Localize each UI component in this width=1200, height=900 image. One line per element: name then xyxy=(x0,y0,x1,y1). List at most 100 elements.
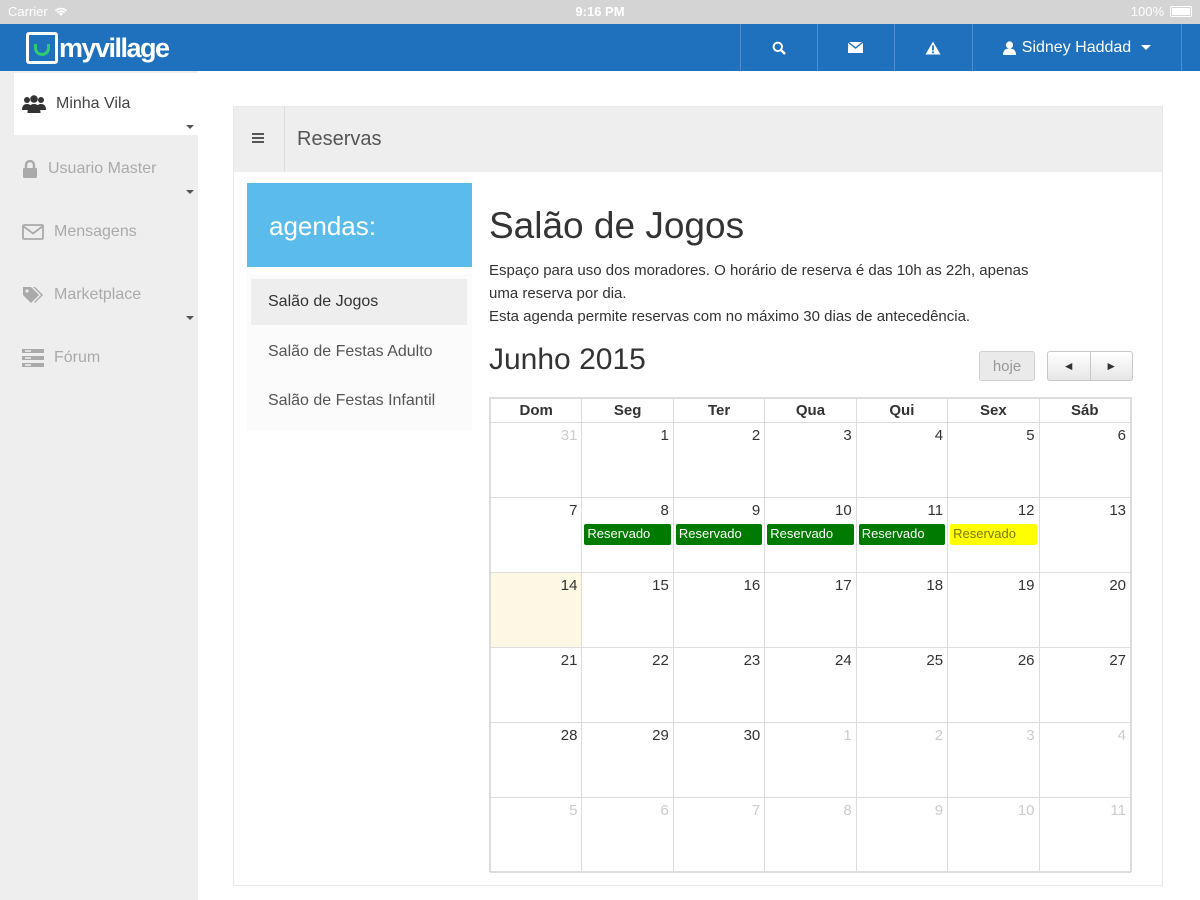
battery-label: 100% xyxy=(1130,4,1164,19)
calendar-day-cell[interactable]: 30 xyxy=(672,722,766,798)
calendar-day-cell[interactable]: 24 xyxy=(764,647,857,723)
calendar-day-cell[interactable]: 11 Reservado xyxy=(855,497,949,573)
calendar-day-cell[interactable]: 18 xyxy=(855,572,949,648)
user-menu[interactable]: Sidney Haddad xyxy=(972,24,1182,71)
weekday-header: Dom xyxy=(489,398,583,423)
clock: 9:16 PM xyxy=(575,4,625,19)
status-bar: Carrier 9:16 PM 100% xyxy=(0,0,1200,24)
calendar-day-cell[interactable]: 23 xyxy=(672,647,766,723)
calendar-day-cell[interactable]: 26 xyxy=(947,647,1040,723)
day-number: 7 xyxy=(751,802,761,819)
calendar-day-cell[interactable]: 20 xyxy=(1038,572,1132,648)
calendar-day-cell[interactable]: 1 xyxy=(764,722,857,798)
sidebar-item-label: Minha Vila xyxy=(56,95,131,112)
calendar-day-cell[interactable]: 13 xyxy=(1038,497,1132,573)
calendar-day-cell[interactable]: 3 xyxy=(947,722,1040,798)
calendar-day-cell[interactable]: 11 xyxy=(1038,797,1132,873)
calendar-month-title: Junho 2015 xyxy=(489,343,646,376)
day-number: 6 xyxy=(660,802,669,819)
calendar-day-cell[interactable]: 10 Reservado xyxy=(764,497,857,573)
reservation-event[interactable]: Reservado xyxy=(858,524,946,545)
reservation-event[interactable]: Reservado xyxy=(675,524,763,545)
agenda-list: Salão de Jogos Salão de Festas Adulto Sa… xyxy=(247,274,472,430)
room-description: Espaço para uso dos moradores. O horário… xyxy=(489,259,1129,328)
calendar-day-cell[interactable]: 12 Reservado xyxy=(947,497,1040,573)
calendar-week-row: 21 22 23 24 25 26 27 xyxy=(489,647,1132,723)
calendar-day-cell[interactable]: 29 xyxy=(581,722,674,798)
today-button[interactable]: hoje xyxy=(979,351,1035,381)
calendar-day-cell[interactable]: 2 xyxy=(855,722,949,798)
day-number: 25 xyxy=(926,652,944,669)
calendar-day-cell[interactable]: 27 xyxy=(1038,647,1132,723)
envelope-icon xyxy=(848,42,863,53)
calendar-day-cell[interactable]: 21 xyxy=(489,647,583,723)
calendar-day-cell[interactable]: 28 xyxy=(489,722,583,798)
calendar-day-cell[interactable]: 15 xyxy=(581,572,674,648)
top-navbar: myvillage Sidney Haddad xyxy=(0,24,1200,71)
calendar-day-cell[interactable]: 2 xyxy=(672,422,766,498)
brand-logo[interactable]: myvillage xyxy=(26,30,170,66)
calendar-day-cell[interactable]: 19 xyxy=(947,572,1040,648)
agenda-item-salao-de-jogos[interactable]: Salão de Jogos xyxy=(251,279,467,325)
calendar-day-cell[interactable]: 16 xyxy=(672,572,766,648)
calendar-day-cell[interactable]: 25 xyxy=(855,647,949,723)
user-name: Sidney Haddad xyxy=(1021,38,1132,56)
day-number: 6 xyxy=(1117,427,1126,444)
calendar-day-cell[interactable]: 6 xyxy=(581,797,674,873)
calendar-day-cell[interactable]: 7 xyxy=(672,797,766,873)
calendar-day-cell[interactable]: 6 xyxy=(1038,422,1132,498)
day-number: 2 xyxy=(751,427,761,444)
panel-header: Reservas xyxy=(234,107,1162,172)
calendar-day-cell[interactable]: 9 Reservado xyxy=(672,497,766,573)
sidebar-item-minha-vila[interactable]: Minha Vila xyxy=(14,73,198,135)
chevron-down-icon xyxy=(186,316,194,320)
sidebar-item-mensagens[interactable]: Mensagens xyxy=(14,201,198,263)
day-number: 28 xyxy=(560,727,578,744)
calendar-day-cell[interactable]: 4 xyxy=(1038,722,1132,798)
calendar-day-cell[interactable]: 14 xyxy=(489,572,583,648)
calendar-day-cell[interactable]: 17 xyxy=(764,572,857,648)
lock-icon xyxy=(23,160,37,178)
calendar-week-row: 14 15 16 17 18 19 20 xyxy=(489,572,1132,648)
calendar-day-cell[interactable]: 4 xyxy=(855,422,949,498)
calendar-day-cell[interactable]: 31 xyxy=(489,422,583,498)
agenda-item-festas-adulto[interactable]: Salão de Festas Adulto xyxy=(251,329,467,375)
day-number: 27 xyxy=(1109,652,1126,669)
day-number: 10 xyxy=(835,502,852,519)
reservation-event[interactable]: Reservado xyxy=(767,524,854,545)
calendar-day-cell[interactable]: 3 xyxy=(764,422,857,498)
day-number: 2 xyxy=(934,727,944,744)
day-number: 15 xyxy=(652,577,669,594)
day-number: 9 xyxy=(751,502,761,519)
alerts-button[interactable] xyxy=(894,24,970,71)
day-number: 8 xyxy=(843,802,852,819)
day-number: 31 xyxy=(560,427,578,444)
reservation-event[interactable]: Reservado xyxy=(950,524,1037,545)
sidebar-item-marketplace[interactable]: Marketplace xyxy=(14,264,198,326)
header-divider xyxy=(284,107,285,172)
sidebar-item-forum[interactable]: Fórum xyxy=(14,327,198,389)
menu-icon[interactable] xyxy=(252,133,264,145)
calendar-day-cell[interactable]: 10 xyxy=(947,797,1040,873)
prev-month-button[interactable]: ◄ xyxy=(1048,352,1090,380)
brand-name: myvillage xyxy=(59,32,170,63)
calendar-day-cell[interactable]: 8 Reservado xyxy=(581,497,674,573)
search-button[interactable] xyxy=(740,24,816,71)
sidebar-item-usuario-master[interactable]: Usuario Master xyxy=(14,138,198,200)
calendar-day-cell[interactable]: 5 xyxy=(947,422,1040,498)
calendar-day-cell[interactable]: 7 xyxy=(489,497,583,573)
calendar-day-cell[interactable]: 8 xyxy=(764,797,857,873)
calendar-day-cell[interactable]: 1 xyxy=(581,422,674,498)
calendar-day-cell[interactable]: 22 xyxy=(581,647,674,723)
messages-button[interactable] xyxy=(817,24,893,71)
reservation-event[interactable]: Reservado xyxy=(584,524,671,545)
day-number: 11 xyxy=(927,502,944,519)
calendar-day-cell[interactable]: 9 xyxy=(855,797,949,873)
next-month-button[interactable]: ► xyxy=(1089,352,1133,380)
calendar-day-cell[interactable]: 5 xyxy=(489,797,583,873)
day-number: 29 xyxy=(652,727,669,744)
calendar-week-row: 28 29 30 1 2 3 4 xyxy=(489,722,1132,798)
agenda-item-festas-infantil[interactable]: Salão de Festas Infantil xyxy=(251,378,467,424)
room-desc-line: Espaço para uso dos moradores. O horário… xyxy=(489,262,1029,279)
sidebar: Minha Vila Usuario Master Mensagens Mark… xyxy=(0,71,198,900)
